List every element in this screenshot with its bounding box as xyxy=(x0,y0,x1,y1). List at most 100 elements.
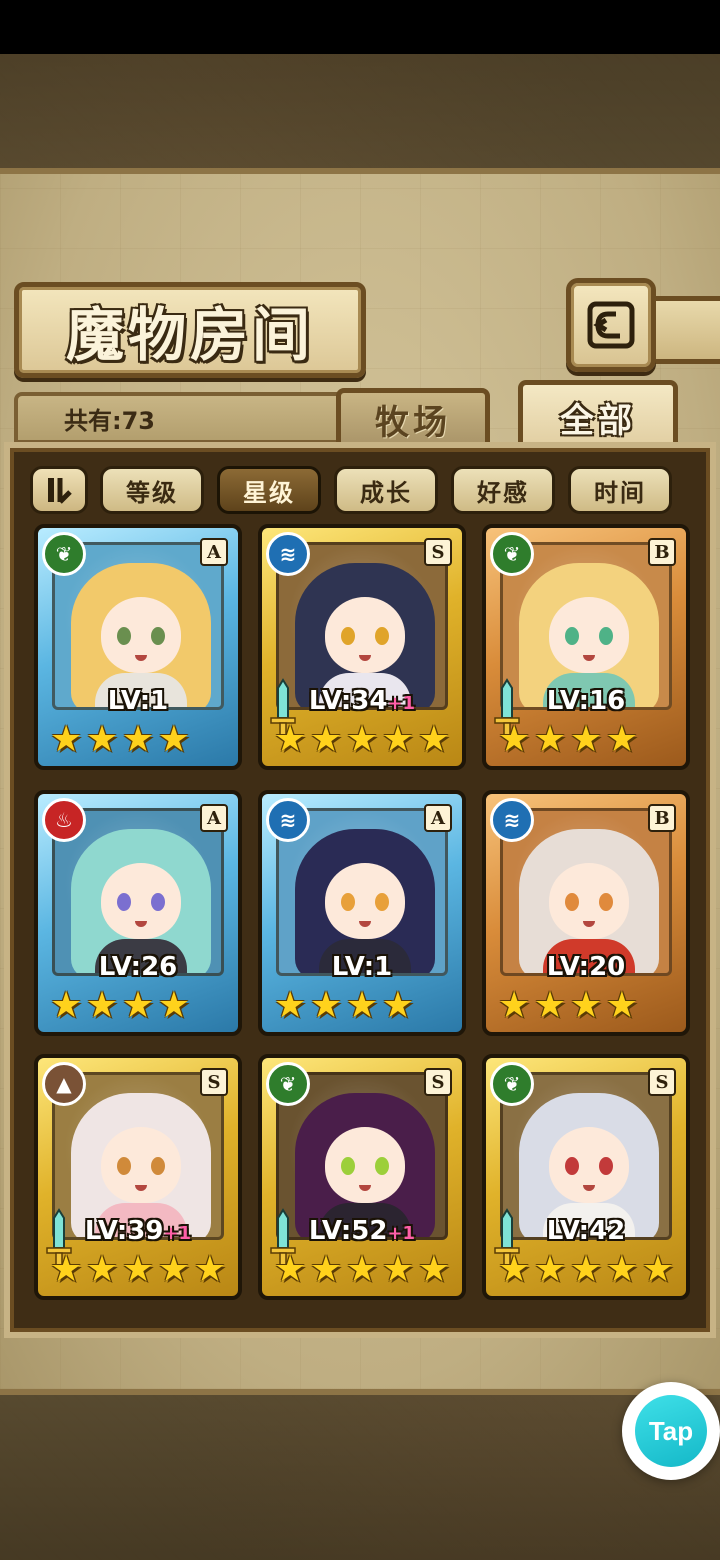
level-text: LV:20 xyxy=(546,952,626,982)
level-text: LV:39 xyxy=(84,1216,164,1246)
monster-card[interactable]: ❦ S LV:52+1 ★ ★ ★ ★ ★ xyxy=(258,1054,466,1300)
star-icon: ★ xyxy=(50,1249,83,1290)
rank-badge: S xyxy=(648,1068,676,1096)
rank-badge: S xyxy=(200,1068,228,1096)
water-element-icon: ≋ xyxy=(490,798,534,842)
star-rating: ★★★★★ xyxy=(498,986,674,1026)
tab-all[interactable]: 全部 xyxy=(518,380,678,450)
level-text: LV:26 xyxy=(98,952,178,982)
sort-affection-button[interactable]: 好感 xyxy=(451,466,555,514)
star-icon: ★ xyxy=(605,985,639,1026)
star-icon: ★ xyxy=(533,1249,567,1290)
star-rating: ★★★★★ xyxy=(274,720,450,760)
star-icon: ★ xyxy=(309,1249,343,1290)
sort-order-toggle[interactable] xyxy=(30,466,88,514)
star-icon: ★ xyxy=(417,1249,450,1290)
star-icon: ★ xyxy=(121,719,155,760)
rank-badge: B xyxy=(648,804,676,832)
star-rating: ★★★★★ xyxy=(50,986,226,1026)
star-icon: ★ xyxy=(381,719,415,760)
water-element-icon: ≋ xyxy=(266,798,310,842)
star-icon: ★ xyxy=(569,1249,603,1290)
star-icon: ★ xyxy=(605,719,639,760)
monster-card[interactable]: ≋ B LV:20 ★★★★★ xyxy=(482,790,690,1036)
star-rating: ★★★★★ xyxy=(50,720,226,760)
monster-level: LV:26 xyxy=(38,952,238,982)
wood-element-icon: ❦ xyxy=(266,1062,310,1106)
sort-bar: 等级 星级 成长 好感 时间 xyxy=(30,464,690,516)
star-rating: ★★★★★ xyxy=(274,1250,450,1290)
monster-card[interactable]: ♨ A LV:26 ★★★★★ xyxy=(34,790,242,1036)
monster-level: LV:1 xyxy=(38,686,238,716)
page-title: 魔物房间 xyxy=(65,301,314,369)
monster-card[interactable]: ≋ S LV:34+1 ★ ★ ★ ★ ★ xyxy=(258,524,466,770)
monster-card[interactable]: ▲ S LV:39+1 ★ ★ ★ ★ ★ xyxy=(34,1054,242,1300)
star-icon: ★ xyxy=(85,985,119,1026)
taptap-floating-button[interactable]: Tap xyxy=(622,1382,720,1480)
star-icon: ★ xyxy=(121,1249,155,1290)
star-icon: ★ xyxy=(345,985,379,1026)
level-bonus: +1 xyxy=(387,1223,416,1244)
star-icon: ★ xyxy=(381,985,415,1026)
monster-level: LV:52+1 xyxy=(262,1216,462,1246)
star-icon: ★ xyxy=(498,985,531,1026)
star-icon: ★ xyxy=(345,719,379,760)
star-icon: ★ xyxy=(498,1249,531,1290)
level-text: LV:1 xyxy=(331,952,393,982)
monster-card[interactable]: ❦ S LV:42 ★ ★ ★ ★ ★ xyxy=(482,1054,690,1300)
back-button[interactable] xyxy=(566,278,656,372)
rank-badge: A xyxy=(424,804,452,832)
star-icon: ★ xyxy=(85,1249,119,1290)
star-icon: ★ xyxy=(569,719,603,760)
star-icon: ★ xyxy=(157,1249,191,1290)
star-icon: ★ xyxy=(157,985,191,1026)
fire-element-icon: ♨ xyxy=(42,798,86,842)
level-text: LV:1 xyxy=(107,686,169,716)
back-arrow-icon xyxy=(587,301,635,349)
sort-time-button[interactable]: 时间 xyxy=(568,466,672,514)
sort-level-button[interactable]: 等级 xyxy=(100,466,204,514)
taptap-label: Tap xyxy=(635,1395,707,1467)
star-icon: ★ xyxy=(569,985,603,1026)
level-text: LV:52 xyxy=(308,1216,388,1246)
sort-order-icon xyxy=(48,478,72,504)
star-icon: ★ xyxy=(381,1249,415,1290)
star-icon: ★ xyxy=(605,1249,639,1290)
star-icon: ★ xyxy=(274,1249,307,1290)
sort-growth-button[interactable]: 成长 xyxy=(334,466,438,514)
star-icon: ★ xyxy=(50,719,83,760)
rank-badge: A xyxy=(200,804,228,832)
star-icon: ★ xyxy=(417,719,450,760)
monster-count-bar: 共有:73 xyxy=(14,392,354,444)
star-icon: ★ xyxy=(274,985,307,1026)
star-rating: ★★★★★ xyxy=(498,1250,674,1290)
star-icon: ★ xyxy=(121,985,155,1026)
water-element-icon: ≋ xyxy=(266,532,310,576)
star-icon: ★ xyxy=(274,719,307,760)
monster-card[interactable]: ❦ A LV:1 ★★★★★ xyxy=(34,524,242,770)
rank-badge: S xyxy=(424,538,452,566)
star-icon: ★ xyxy=(309,985,343,1026)
star-icon: ★ xyxy=(533,719,567,760)
monster-card[interactable]: ≋ A LV:1 ★★★★★ xyxy=(258,790,466,1036)
star-icon: ★ xyxy=(50,985,83,1026)
monster-card[interactable]: ❦ B LV:16 ★★★★★ xyxy=(482,524,690,770)
monster-count: 共有:73 xyxy=(64,406,155,435)
wood-element-icon: ❦ xyxy=(490,532,534,576)
status-bar xyxy=(0,0,720,54)
monster-level: LV:34+1 xyxy=(262,686,462,716)
star-icon: ★ xyxy=(157,719,191,760)
tab-ranch[interactable]: 牧场 xyxy=(336,388,490,446)
wood-element-icon: ❦ xyxy=(42,532,86,576)
rank-badge: B xyxy=(648,538,676,566)
monster-level: LV:42 xyxy=(486,1216,686,1246)
sort-star-button[interactable]: 星级 xyxy=(217,466,321,514)
star-rating: ★★★★★ xyxy=(50,1250,226,1290)
monster-level: LV:16 xyxy=(486,686,686,716)
level-bonus: +1 xyxy=(387,693,416,714)
rank-badge: A xyxy=(200,538,228,566)
star-rating: ★★★★★ xyxy=(274,986,450,1026)
star-rating: ★★★★★ xyxy=(498,720,674,760)
level-text: LV:42 xyxy=(546,1216,626,1246)
monster-level: LV:39+1 xyxy=(38,1216,238,1246)
